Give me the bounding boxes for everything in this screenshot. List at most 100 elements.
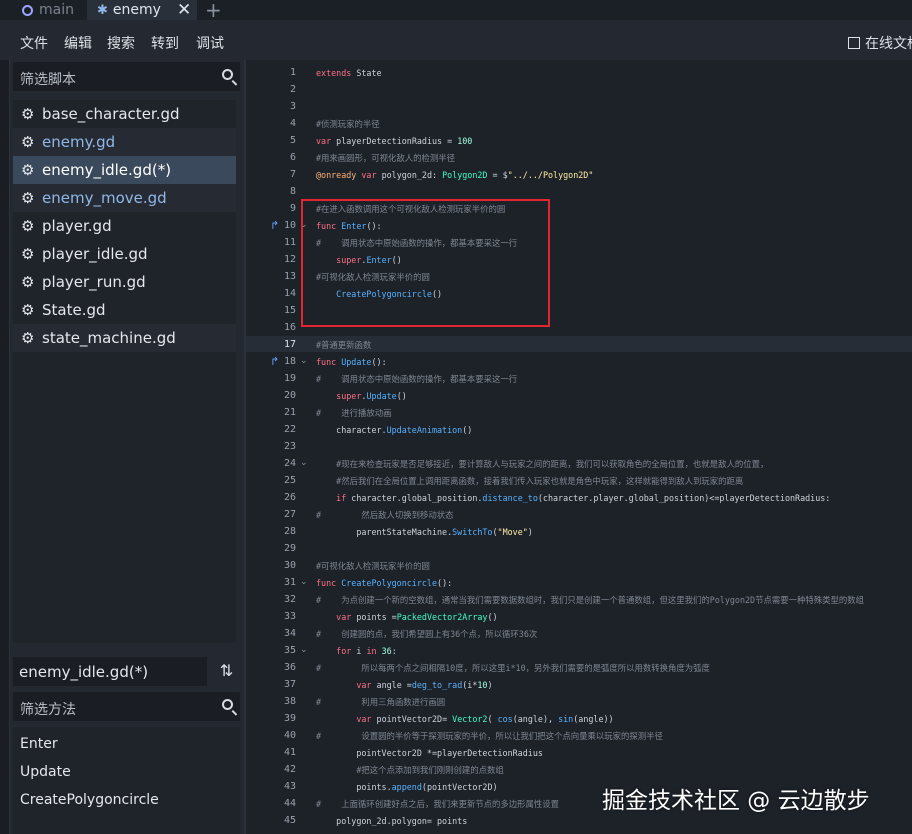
fold-arrow-icon[interactable]: ⌄: [300, 356, 308, 366]
line-number: 38: [283, 696, 296, 707]
code-line: for i in 36:: [336, 646, 397, 656]
code-line: # 然后敌人切换到移动状态: [316, 510, 454, 520]
code-line: character.UpdateAnimation(): [316, 425, 473, 435]
code-editor[interactable]: 1 extends State 2 3 4 #侦测玩家的半径 5 var playerDete…: [244, 60, 912, 834]
script-item[interactable]: ⚙ enemy_idle.gd(*): [13, 156, 236, 184]
method-filter-placeholder: 筛选方法: [20, 702, 76, 718]
line-number: 12: [283, 254, 296, 265]
line-number: 5: [289, 135, 296, 146]
line-number: 31: [283, 577, 296, 588]
script-item-label: player.gd: [42, 217, 112, 235]
add-tab-button[interactable]: +: [205, 0, 222, 22]
code-line: parentStateMachine.SwitchTo("Move"): [316, 527, 533, 537]
override-jump-icon[interactable]: ↱: [270, 355, 279, 368]
line-number: 43: [283, 781, 296, 792]
circle-node-icon: [22, 4, 33, 16]
method-item[interactable]: CreatePolygoncircle: [20, 792, 159, 808]
gear-icon: ⚙: [21, 217, 35, 235]
code-line: #然后我们在全局位置上调用距离函数，接着我们传入玩家也就是角色中玩家，这样就能得…: [336, 476, 744, 486]
line-number: 20: [283, 390, 296, 401]
gear-icon: ⚙: [21, 301, 35, 319]
line-number: 2: [289, 84, 296, 95]
gear-icon: ⚙: [21, 329, 35, 347]
line-number: 30: [283, 560, 296, 571]
line-number: 21: [283, 407, 296, 418]
fold-arrow-icon[interactable]: ⌄: [300, 645, 308, 655]
script-item[interactable]: ⚙ State.gd: [13, 296, 236, 324]
online-docs-label: 在线文档: [865, 36, 912, 52]
line-number: 3: [289, 101, 296, 112]
code-line: # 所以每两个点之间相隔10度，所以这里i*10，另外我们需要的是弧度所以用数转…: [316, 663, 710, 673]
script-item[interactable]: ⚙ player.gd: [13, 212, 236, 240]
gear-icon: ⚙: [21, 273, 35, 291]
script-item[interactable]: ⚙ base_character.gd: [13, 100, 236, 128]
tab-main[interactable]: main: [22, 0, 74, 20]
sort-methods-button[interactable]: ⇅: [213, 657, 240, 686]
line-number: 13: [283, 271, 296, 282]
dock-edge-strip: [0, 60, 10, 834]
close-icon[interactable]: ✕: [177, 0, 191, 20]
script-item-label: enemy_move.gd: [42, 189, 167, 207]
code-line: if character.global_position.distance_to…: [336, 493, 831, 503]
line-number: 32: [283, 594, 296, 605]
scene-tab-bar: main ✱ enemy ✕ +: [0, 0, 912, 22]
external-link-icon: [848, 37, 860, 49]
script-item[interactable]: ⚙ enemy.gd: [13, 128, 236, 156]
script-item-label: state_machine.gd: [42, 329, 176, 347]
script-item[interactable]: ⚙ player_idle.gd: [13, 240, 236, 268]
fold-arrow-icon[interactable]: ⌄: [300, 577, 308, 587]
line-number: 37: [283, 679, 296, 690]
code-line: # 利用三角函数进行画圆: [316, 697, 446, 707]
code-line: #用来画圆形，可视化敌人的检测半径: [316, 153, 456, 163]
menu-file[interactable]: 文件: [20, 33, 48, 53]
script-filter-input[interactable]: 筛选脚本: [13, 62, 240, 91]
line-number: 6: [289, 152, 296, 163]
code-line: # 上面循环创建好点之后，我们来更新节点的多边形属性设置: [316, 799, 559, 809]
code-line: #把这个点添加到我们刚刚创建的点数组: [356, 765, 504, 775]
script-item[interactable]: ⚙ enemy_move.gd: [13, 184, 236, 212]
code-line: var playerDetectionRadius = 100: [316, 136, 473, 146]
line-number: 16: [283, 322, 296, 333]
menu-search[interactable]: 搜索: [107, 33, 135, 53]
method-filter-input[interactable]: 筛选方法: [13, 692, 240, 721]
method-list: Enter Update CreatePolygoncircle: [13, 727, 240, 834]
override-jump-icon[interactable]: ↱: [270, 219, 279, 232]
gutter-border: [244, 60, 246, 834]
menu-edit[interactable]: 编辑: [64, 33, 92, 53]
line-number: 7: [289, 169, 296, 180]
code-line: @onready var polygon_2d: Polygon2D = $".…: [316, 170, 594, 180]
gear-icon: ⚙: [21, 161, 35, 179]
line-number: 19: [283, 373, 296, 384]
code-line: #侦测玩家的半径: [316, 119, 380, 129]
line-number: 28: [283, 526, 296, 537]
character-node-icon: ✱: [97, 2, 108, 18]
line-number: 33: [283, 611, 296, 622]
script-item-label: enemy_idle.gd(*): [42, 161, 172, 179]
script-item[interactable]: ⚙ state_machine.gd: [13, 324, 236, 352]
tab-enemy[interactable]: ✱ enemy ✕: [87, 0, 197, 20]
code-line: # 进行播放动画: [316, 408, 392, 418]
code-line: # 设置圆的半价等于探测玩家的半价，所以让我们把这个点向量乘以玩家的探测半径: [316, 731, 663, 741]
method-item[interactable]: Update: [20, 764, 71, 780]
line-number: 26: [283, 492, 296, 503]
script-editor-window: main ✱ enemy ✕ + 文件 编辑 搜索 转到 调试 在线文档 筛选脚…: [0, 0, 912, 834]
line-number: 4: [289, 118, 296, 129]
method-item[interactable]: Enter: [20, 736, 58, 752]
line-number: 40: [283, 730, 296, 741]
script-list: ⚙ base_character.gd ⚙ enemy.gd ⚙ enemy_idle.g…: [13, 100, 236, 643]
online-docs-button[interactable]: 在线文档: [848, 33, 912, 53]
watermark: 掘金技术社区 @ 云边散步: [602, 788, 870, 814]
fold-arrow-icon[interactable]: ⌄: [300, 458, 308, 468]
menu-debug[interactable]: 调试: [196, 33, 224, 53]
line-number: 8: [289, 186, 296, 197]
script-item[interactable]: ⚙ player_run.gd: [13, 268, 236, 296]
line-number: 39: [283, 713, 296, 724]
gear-icon: ⚙: [21, 245, 35, 263]
tab-enemy-label: enemy: [112, 2, 161, 18]
menu-goto[interactable]: 转到: [151, 33, 179, 53]
script-item-label: enemy.gd: [42, 133, 116, 151]
code-line: # 调用状态中原始函数的操作，都基本要采这一行: [316, 374, 518, 384]
code-line: pointVector2D *=playerDetectionRadius: [316, 748, 543, 758]
script-item-label: base_character.gd: [42, 105, 180, 123]
line-number: 23: [283, 441, 296, 452]
